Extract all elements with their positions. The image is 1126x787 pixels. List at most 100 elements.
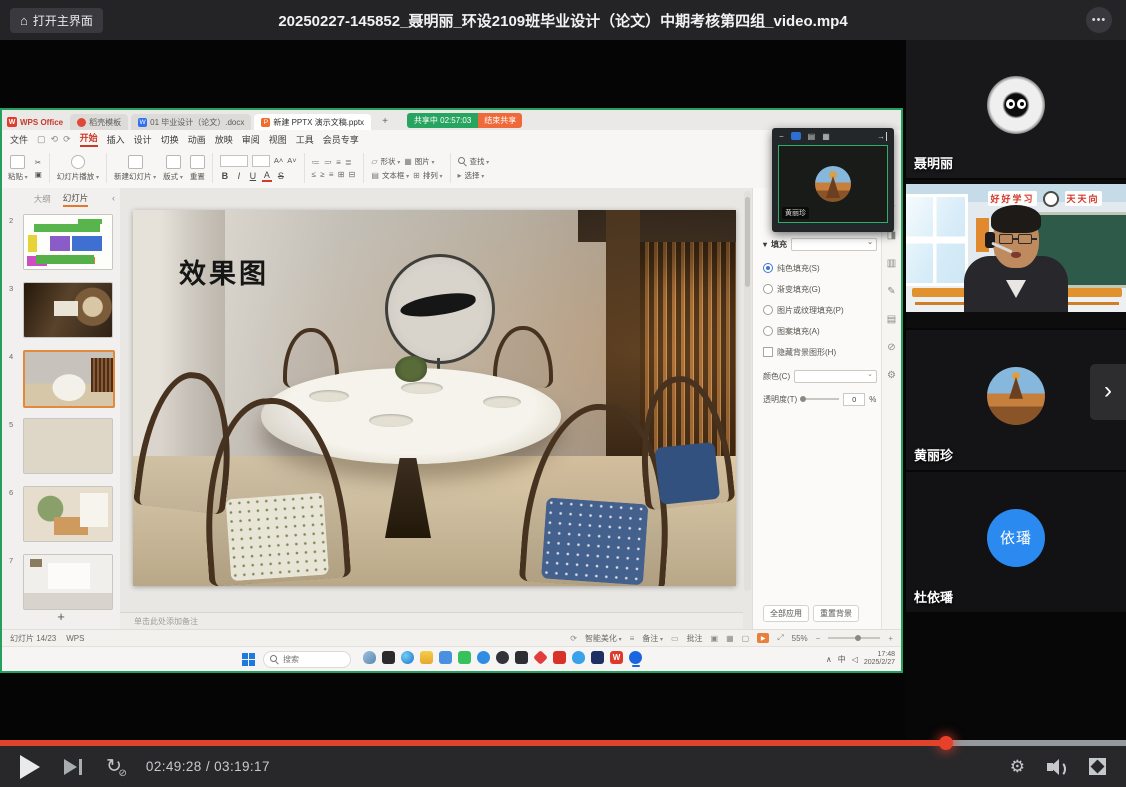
comments-button: 批注 [687, 633, 703, 644]
screen-share-badge: 共享中 02:57:03 结束共享 [407, 113, 522, 128]
arrange-button: 排列 [413, 170, 442, 181]
fill-preset-dropdown [791, 238, 877, 251]
next-video-button[interactable] [64, 759, 82, 775]
home-icon [20, 14, 28, 27]
tray-expand-icon [826, 655, 832, 664]
slide-thumbnail-4-selected [23, 350, 115, 408]
volume-button[interactable] [1047, 759, 1067, 775]
notes-icon [630, 634, 635, 643]
wechat-icon [458, 651, 471, 667]
redo-icon [63, 134, 71, 145]
diamond-app-icon [534, 651, 547, 667]
floating-participant-name: 黄丽珍 [782, 207, 809, 219]
play-button[interactable] [20, 755, 40, 779]
seek-bar[interactable] [0, 740, 1126, 746]
transparency-value: 0 [843, 393, 865, 406]
meeting-app-icon-active [629, 651, 642, 667]
slide-thumbnail-2 [23, 214, 113, 270]
classroom-window [906, 194, 968, 286]
participant-tile[interactable]: 依璠 杜依璠 [906, 472, 1126, 612]
wps-statusbar: 幻灯片 14/23 WPS 智能美化 备注 批注 55% [2, 629, 901, 646]
progress-played [0, 740, 946, 746]
slide-title-text: 效果图 [179, 252, 269, 291]
fullscreen-button[interactable] [1089, 758, 1106, 775]
search-icon [270, 655, 279, 664]
person-mouth [1011, 252, 1021, 258]
zoom-slider [828, 637, 880, 639]
canvas-scrollbar [744, 191, 751, 591]
shrink-font-icon [287, 156, 296, 165]
participant-tile[interactable]: 聂明丽 [906, 40, 1126, 178]
open-main-ui-label: 打开主界面 [33, 12, 93, 29]
bold-button: B [220, 171, 230, 181]
qq-icon [477, 651, 490, 667]
menu-animation: 动画 [188, 133, 206, 146]
menu-transition: 切换 [161, 133, 179, 146]
underline-button: U [248, 171, 258, 181]
wps-menubar: 文件 开始 插入 设计 切换 动画 放映 审阅 视图 工具 会员专享 A WPS… [2, 130, 901, 149]
shapes-button: 形状 [371, 156, 400, 167]
menu-design: 设计 [134, 133, 152, 146]
insert-group: 形状 图片 文本框 排列 [371, 156, 442, 181]
radio-gradient-fill [763, 284, 773, 294]
slide-page-indicator: 幻灯片 14/23 [10, 633, 56, 644]
color-label: 颜色(C) [763, 371, 790, 382]
windows-taskbar: 搜索 W 中 [2, 646, 901, 671]
clipboard-small-group [35, 158, 42, 179]
menu-review: 审阅 [242, 133, 260, 146]
notes-hint: 单击此处添加备注 [134, 616, 198, 627]
apply-all-button: 全部应用 [763, 605, 809, 622]
next-participants-button[interactable]: › [1090, 364, 1126, 420]
settings-button[interactable] [1010, 758, 1025, 775]
animation-pane-icon [887, 258, 896, 269]
webcam-video: 好好学习 天天向 [906, 184, 1126, 312]
current-slide: 效果图 [133, 210, 736, 586]
participant-name: 黄丽珍 [914, 445, 953, 464]
wps-taskbar-icon: W [610, 651, 623, 667]
video-title: 20250227-145852_聂明丽_环设2109班毕业设计（论文）中期考核第… [278, 10, 847, 31]
shared-screen-frame: W WPS Office 稻壳模板 W 01 毕业设计（论文）.docx P 新… [0, 108, 903, 673]
headset-icon [985, 232, 995, 248]
add-slide-button: + [51, 608, 71, 625]
dish [309, 390, 349, 402]
slide-thumbnail-3 [23, 282, 113, 338]
player-topbar: 打开主界面 20250227-145852_聂明丽_环设2109班毕业设计（论文… [0, 0, 1126, 40]
open-main-ui-button[interactable]: 打开主界面 [10, 8, 103, 33]
time-display: 02:49:28 / 03:19:17 [146, 759, 270, 774]
video-stage: W WPS Office 稻壳模板 W 01 毕业设计（论文）.docx P 新… [0, 40, 906, 740]
docer-icon [77, 118, 86, 127]
dish [401, 382, 443, 394]
zoom-percent: 55% [792, 634, 808, 643]
menu-insert: 插入 [107, 133, 125, 146]
menu-home: 开始 [80, 131, 98, 147]
participant-name: 杜依璠 [914, 587, 953, 606]
wps-brand-label: WPS Office [20, 118, 63, 127]
paragraph-group: ≔ ≕ ≡ ≣ ≤ ≥ ≡ ⊞ ⊟ [312, 158, 357, 179]
navy-cushion [655, 442, 720, 505]
layout-grid-icon [822, 132, 830, 141]
slide-thumbnail-5 [23, 418, 113, 474]
normal-view-icon [711, 634, 719, 643]
checkbox-hide-bg [763, 347, 773, 357]
font-color-button: A [262, 170, 272, 182]
participant-video-tile[interactable]: 好好学习 天天向 [906, 180, 1126, 328]
menu-file: 文件 [10, 133, 28, 146]
autoplay-toggle[interactable] [106, 757, 122, 776]
font-group: B I U A S [220, 155, 297, 182]
edge-browser-icon [401, 651, 414, 667]
slide-number: 6 [9, 488, 13, 497]
tab-slides: 幻灯片 [63, 192, 89, 207]
app-icon [382, 651, 395, 667]
browser-icon [496, 651, 509, 667]
floral-cushion [225, 493, 329, 582]
participant-avatar: 依璠 [987, 509, 1045, 567]
progress-knob[interactable] [939, 736, 953, 750]
beautify-button: 智能美化 [585, 633, 622, 644]
more-options-button[interactable]: ••• [1086, 7, 1112, 33]
ppt-doc-icon: P [261, 118, 270, 127]
slideshow-button: 幻灯片播放 [57, 155, 99, 182]
participant-avatar [815, 166, 851, 202]
participant-name: 聂明丽 [914, 153, 953, 172]
red-app-icon [553, 651, 566, 667]
start-button [242, 653, 255, 666]
